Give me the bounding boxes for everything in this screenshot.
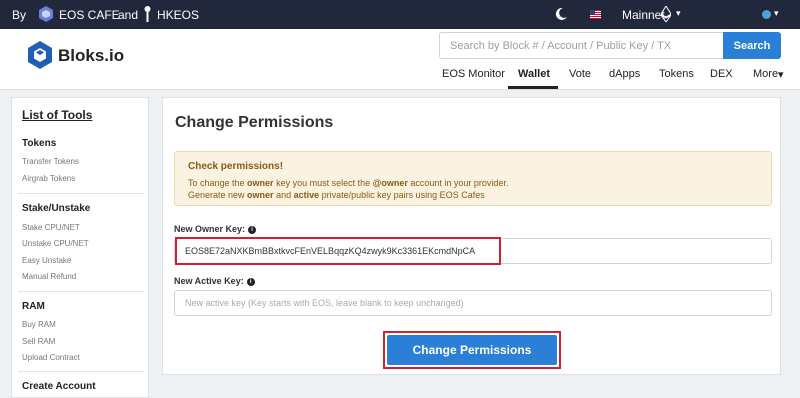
eos-cafe-logo-icon[interactable] <box>37 5 55 23</box>
nav-more[interactable]: More <box>753 68 778 80</box>
page-title: Change Permissions <box>175 114 334 131</box>
sidebar-item-sell-ram[interactable]: Sell RAM <box>22 337 55 346</box>
ethereum-icon[interactable] <box>661 6 671 22</box>
active-nav-indicator <box>508 86 558 89</box>
sidebar-section-ram: RAM <box>22 301 45 312</box>
alert-line-2: Generate new owner and active private/pu… <box>188 190 485 200</box>
nav-dex[interactable]: DEX <box>710 68 733 80</box>
highlight-box <box>383 331 561 369</box>
nav-vote[interactable]: Vote <box>569 68 591 80</box>
nav-eos-monitor[interactable]: EOS Monitor <box>442 68 505 80</box>
moon-icon[interactable] <box>554 7 568 21</box>
chevron-down-icon[interactable]: ▾ <box>778 68 784 81</box>
permissions-alert: Check permissions! To change the owner k… <box>174 151 772 206</box>
sidebar-item-easy-unstake[interactable]: Easy Unstake <box>22 256 71 265</box>
us-flag-icon[interactable] <box>590 10 601 19</box>
highlight-box <box>175 237 501 265</box>
bloks-logo-icon[interactable] <box>27 40 53 70</box>
sidebar-item-buy-ram[interactable]: Buy RAM <box>22 320 56 329</box>
active-key-label: New Active Key: i <box>174 276 255 286</box>
eos-cafe-link[interactable]: EOS CAFE <box>59 8 120 22</box>
info-icon[interactable]: i <box>248 225 257 234</box>
network-selector[interactable]: Mainnet <box>622 8 665 22</box>
divider <box>18 193 144 194</box>
hkeos-logo-icon[interactable] <box>143 5 152 23</box>
hkeos-link[interactable]: HKEOS <box>157 8 199 22</box>
sidebar-item-manual-refund[interactable]: Manual Refund <box>22 272 76 281</box>
nav-dapps[interactable]: dApps <box>609 68 640 80</box>
nav-tokens[interactable]: Tokens <box>659 68 694 80</box>
logo-text[interactable]: Bloks.io <box>58 46 124 66</box>
header: Bloks.io Search EOS Monitor Wallet Vote … <box>0 29 800 90</box>
active-key-field[interactable] <box>174 290 772 316</box>
change-permissions-card: Change Permissions Check permissions! To… <box>162 97 781 375</box>
search-button[interactable]: Search <box>723 32 781 59</box>
top-bar: By EOS CAFE and HKEOS Mainnet ▾ ▾ <box>0 0 800 29</box>
sidebar-section-create-account: Create Account <box>22 381 96 392</box>
alert-title: Check permissions! <box>188 161 284 172</box>
divider <box>18 371 144 372</box>
sidebar-section-stake: Stake/Unstake <box>22 203 91 214</box>
and-label: and <box>118 8 139 22</box>
sidebar-section-tokens: Tokens <box>22 138 57 149</box>
info-icon[interactable]: i <box>246 277 255 286</box>
nav-wallet[interactable]: Wallet <box>518 68 550 80</box>
chevron-down-icon[interactable]: ▾ <box>676 8 681 19</box>
divider <box>18 291 144 292</box>
alert-line-1: To change the owner key you must select … <box>188 178 509 188</box>
sidebar-item-upload-contract[interactable]: Upload Contract <box>22 353 80 362</box>
owner-key-label: New Owner Key: i <box>174 224 257 234</box>
by-label: By <box>12 8 27 22</box>
chevron-down-icon[interactable]: ▾ <box>774 8 779 19</box>
sidebar-item-transfer-tokens[interactable]: Transfer Tokens <box>22 157 79 166</box>
sidebar-item-airgrab-tokens[interactable]: Airgrab Tokens <box>22 174 75 183</box>
tools-sidebar: List of Tools Tokens Transfer Tokens Air… <box>11 97 149 398</box>
globe-icon[interactable] <box>762 10 771 19</box>
search-input[interactable] <box>439 32 724 59</box>
sidebar-item-stake-cpu-net[interactable]: Stake CPU/NET <box>22 223 80 232</box>
sidebar-title[interactable]: List of Tools <box>22 108 92 122</box>
sidebar-item-unstake-cpu-net[interactable]: Unstake CPU/NET <box>22 239 89 248</box>
